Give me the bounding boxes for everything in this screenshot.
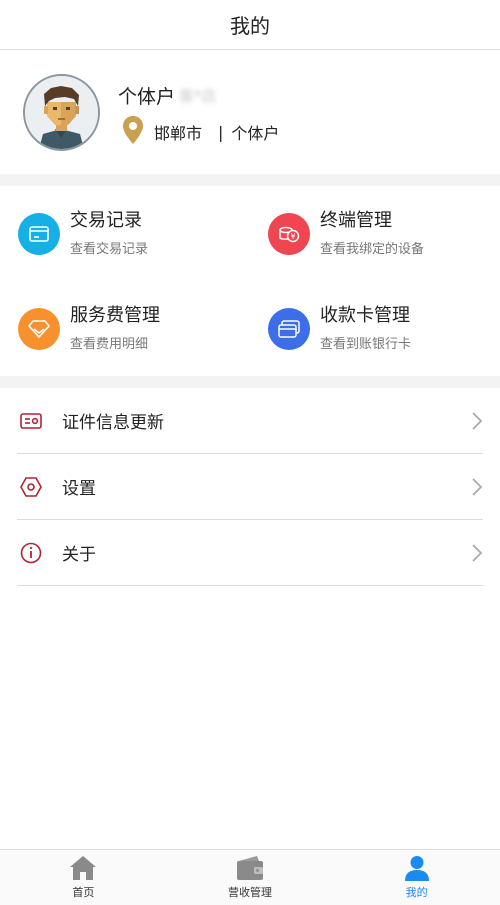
profile-type: 个体户 — [231, 124, 280, 143]
id-card-icon — [19, 409, 43, 433]
menu-item-label: 设置 — [62, 479, 96, 499]
chevron-right-icon — [472, 544, 483, 562]
grid-item-title: 交易记录 — [70, 210, 142, 231]
page-title: 我的 — [230, 14, 270, 38]
grid-item-title: 服务费管理 — [70, 305, 160, 326]
menu-item-id-update[interactable]: 证件信息更新 — [17, 388, 483, 454]
grid-item-terminals[interactable]: ¥ 终端管理 查看我绑定的设备 — [250, 186, 500, 281]
profile-location-row: 邯郸市 | 个体户 — [122, 115, 279, 149]
settings-icon — [19, 475, 43, 499]
profile-name-row: 个体户 客*店 — [118, 82, 217, 109]
profile-card[interactable]: 个体户 客*店 邯郸市 | 个体户 — [0, 50, 500, 174]
grid-item-title: 收款卡管理 — [320, 305, 410, 326]
user-icon — [402, 854, 432, 882]
svg-text:¥: ¥ — [290, 232, 295, 241]
coins-icon: ¥ — [268, 213, 310, 255]
home-icon — [68, 854, 98, 882]
tab-revenue[interactable]: 营收管理 — [167, 850, 334, 905]
section-divider — [0, 376, 500, 388]
profile-separator: | — [218, 122, 224, 142]
tab-label: 营收管理 — [228, 886, 272, 899]
grid-item-transactions[interactable]: 交易记录 查看交易记录 — [0, 186, 250, 281]
diamond-icon — [18, 308, 60, 350]
settings-menu: 证件信息更新 设置 关于 — [0, 388, 500, 586]
grid-item-bank-cards[interactable]: 收款卡管理 查看到账银行卡 — [250, 281, 500, 376]
grid-item-subtitle: 查看交易记录 — [70, 242, 149, 257]
function-grid: 交易记录 查看交易记录 ¥ 终端管理 查看我绑定的设备 服务费管理 查看费用明细… — [0, 186, 500, 376]
menu-item-label: 关于 — [62, 545, 96, 565]
menu-item-about[interactable]: 关于 — [17, 520, 483, 586]
chevron-right-icon — [472, 412, 483, 430]
location-pin-icon — [122, 115, 144, 149]
grid-item-title: 终端管理 — [320, 210, 392, 231]
tab-label: 首页 — [72, 886, 95, 899]
tab-label: 我的 — [405, 886, 428, 899]
grid-item-subtitle: 查看到账银行卡 — [320, 337, 412, 352]
profile-name-masked: 客*店 — [179, 87, 217, 105]
tab-mine[interactable]: 我的 — [333, 850, 500, 905]
grid-item-subtitle: 查看我绑定的设备 — [320, 242, 425, 257]
info-icon — [19, 541, 43, 565]
profile-name: 个体户 — [118, 86, 176, 108]
menu-item-label: 证件信息更新 — [62, 413, 164, 433]
avatar[interactable] — [23, 74, 100, 151]
bottom-tab-bar: 首页 营收管理 我的 — [0, 849, 500, 905]
top-nav-bar: 我的 — [0, 0, 500, 50]
card-icon — [18, 213, 60, 255]
wallet-icon — [235, 854, 265, 882]
section-divider — [0, 174, 500, 186]
profile-city: 邯郸市 — [154, 124, 203, 143]
chevron-right-icon — [472, 478, 483, 496]
grid-item-service-fee[interactable]: 服务费管理 查看费用明细 — [0, 281, 250, 376]
menu-item-settings[interactable]: 设置 — [17, 454, 483, 520]
tab-home[interactable]: 首页 — [0, 850, 167, 905]
grid-item-subtitle: 查看费用明细 — [70, 337, 149, 352]
cards-icon — [268, 308, 310, 350]
